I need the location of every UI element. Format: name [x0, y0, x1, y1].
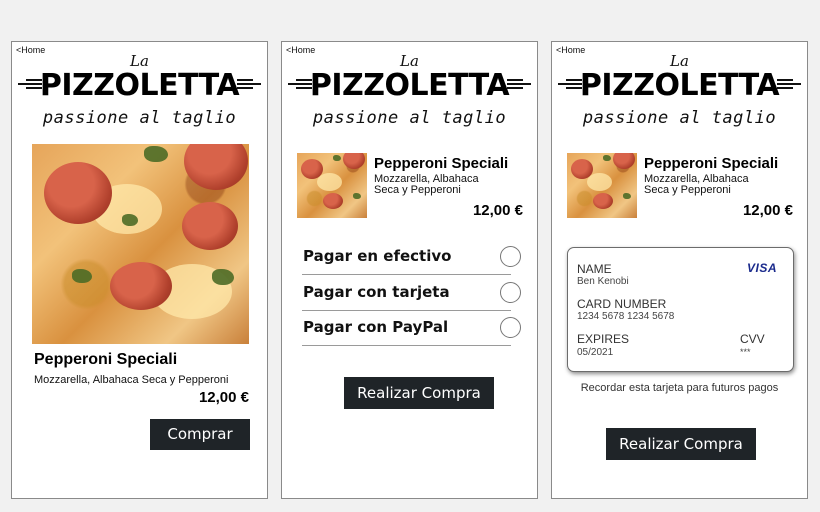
place-order-button[interactable]: Realizar Compra [344, 377, 494, 409]
brand-logo: La PIZZOLETTA passione al taglio [552, 52, 807, 134]
card-name-value: Ben Kenobi [577, 276, 629, 287]
buy-button[interactable]: Comprar [150, 419, 250, 450]
logo-brand: PIZZOLETTA [309, 68, 510, 103]
product-description-line2: Seca y Pepperoni [374, 184, 461, 196]
card-number-value: 1234 5678 1234 5678 [577, 311, 675, 322]
logo-lines-right [237, 79, 261, 91]
radio-button[interactable] [500, 246, 521, 267]
payment-option-card[interactable]: Pagar con tarjeta [302, 276, 521, 311]
pizza-thumbnail [297, 153, 367, 218]
payment-option-cash[interactable]: Pagar en efectivo [302, 240, 521, 275]
product-description: Mozzarella, Albahaca Seca y Pepperoni [374, 174, 514, 196]
product-name: Pepperoni Speciali [374, 155, 509, 172]
radio-button[interactable] [500, 282, 521, 303]
product-description: Mozzarella, Albahaca Seca y Pepperoni [644, 174, 784, 196]
product-price: 12,00 € [472, 202, 523, 219]
logo-tagline: passione al taglio [42, 108, 237, 128]
payment-option-paypal[interactable]: Pagar con PayPal [302, 311, 521, 346]
screen-payment-method: <Home La PIZZOLETTA passione al taglio P… [281, 41, 538, 499]
logo-brand: PIZZOLETTA [579, 68, 780, 103]
product-description-line2: Seca y Pepperoni [644, 184, 731, 196]
pizza-image [32, 144, 249, 344]
logo-tagline: passione al taglio [312, 108, 507, 128]
logo-lines-right [507, 79, 531, 91]
brand-logo: La PIZZOLETTA passione al taglio [12, 52, 267, 134]
product-price: 12,00 € [742, 202, 793, 219]
visa-logo-icon: VISA [746, 261, 777, 275]
card-expires-label: EXPIRES [577, 332, 630, 346]
payment-option-label: Pagar con PayPal [303, 318, 449, 336]
remember-card-text[interactable]: Recordar esta tarjeta para futuros pagos [552, 382, 807, 394]
brand-logo: La PIZZOLETTA passione al taglio [282, 52, 537, 134]
product-name: Pepperoni Speciali [34, 351, 178, 368]
product-price: 12,00 € [198, 389, 249, 406]
logo-lines-right [777, 79, 801, 91]
card-name-label: NAME [577, 262, 612, 276]
screen-product-detail: <Home La PIZZOLETTA passione al taglio P… [11, 41, 268, 499]
card-cvv-value: *** [740, 347, 751, 357]
screen-card-payment: <Home La PIZZOLETTA passione al taglio P… [551, 41, 808, 499]
payment-option-label: Pagar en efectivo [303, 247, 452, 265]
card-cvv-label: CVV [740, 332, 765, 346]
logo-tagline: passione al taglio [582, 108, 777, 128]
product-description: Mozzarella, Albahaca Seca y Pepperoni [34, 374, 229, 386]
pizza-thumbnail [567, 153, 637, 218]
product-name: Pepperoni Speciali [644, 155, 779, 172]
card-number-label: CARD NUMBER [577, 297, 667, 311]
payment-option-label: Pagar con tarjeta [303, 283, 450, 301]
radio-button[interactable] [500, 317, 521, 338]
card-expires-value: 05/2021 [577, 347, 614, 358]
place-order-button[interactable]: Realizar Compra [606, 428, 756, 460]
logo-brand: PIZZOLETTA [39, 68, 240, 103]
credit-card[interactable]: NAME VISA Ben Kenobi CARD NUMBER 1234 56… [567, 247, 794, 372]
